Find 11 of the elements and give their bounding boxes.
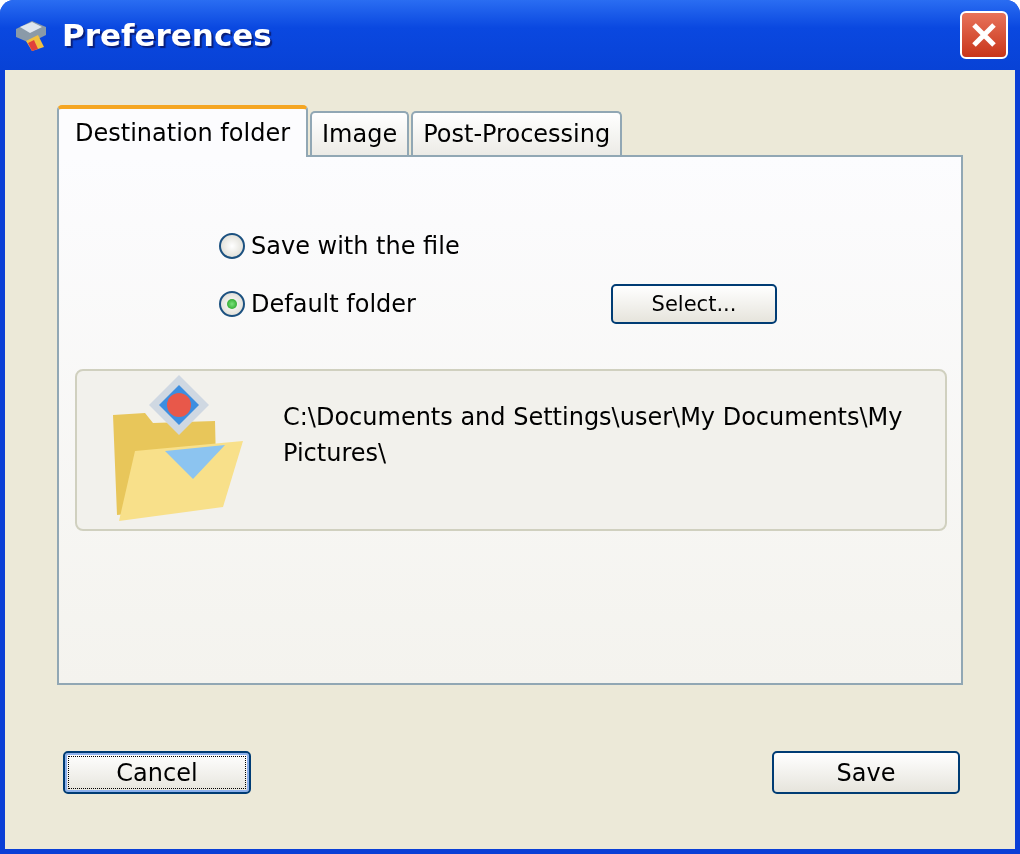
tab[interactable]: Image xyxy=(310,111,410,155)
folder-path: C:\Documents and Settings\user\My Documents\My Pictures\ xyxy=(283,402,903,469)
tab[interactable]: Post-Processing xyxy=(411,111,623,155)
radio-button[interactable]: Save with the file xyxy=(219,232,460,260)
window-title: Preferences xyxy=(62,17,273,53)
select-button[interactable]: Select... xyxy=(611,284,777,324)
save-button[interactable]: Save xyxy=(772,751,960,794)
tab[interactable]: Destination folder xyxy=(57,105,308,157)
cancel-button[interactable]: Cancel xyxy=(63,751,251,794)
radio-button[interactable]: Default folder xyxy=(219,290,416,318)
close-button[interactable] xyxy=(960,11,1008,59)
